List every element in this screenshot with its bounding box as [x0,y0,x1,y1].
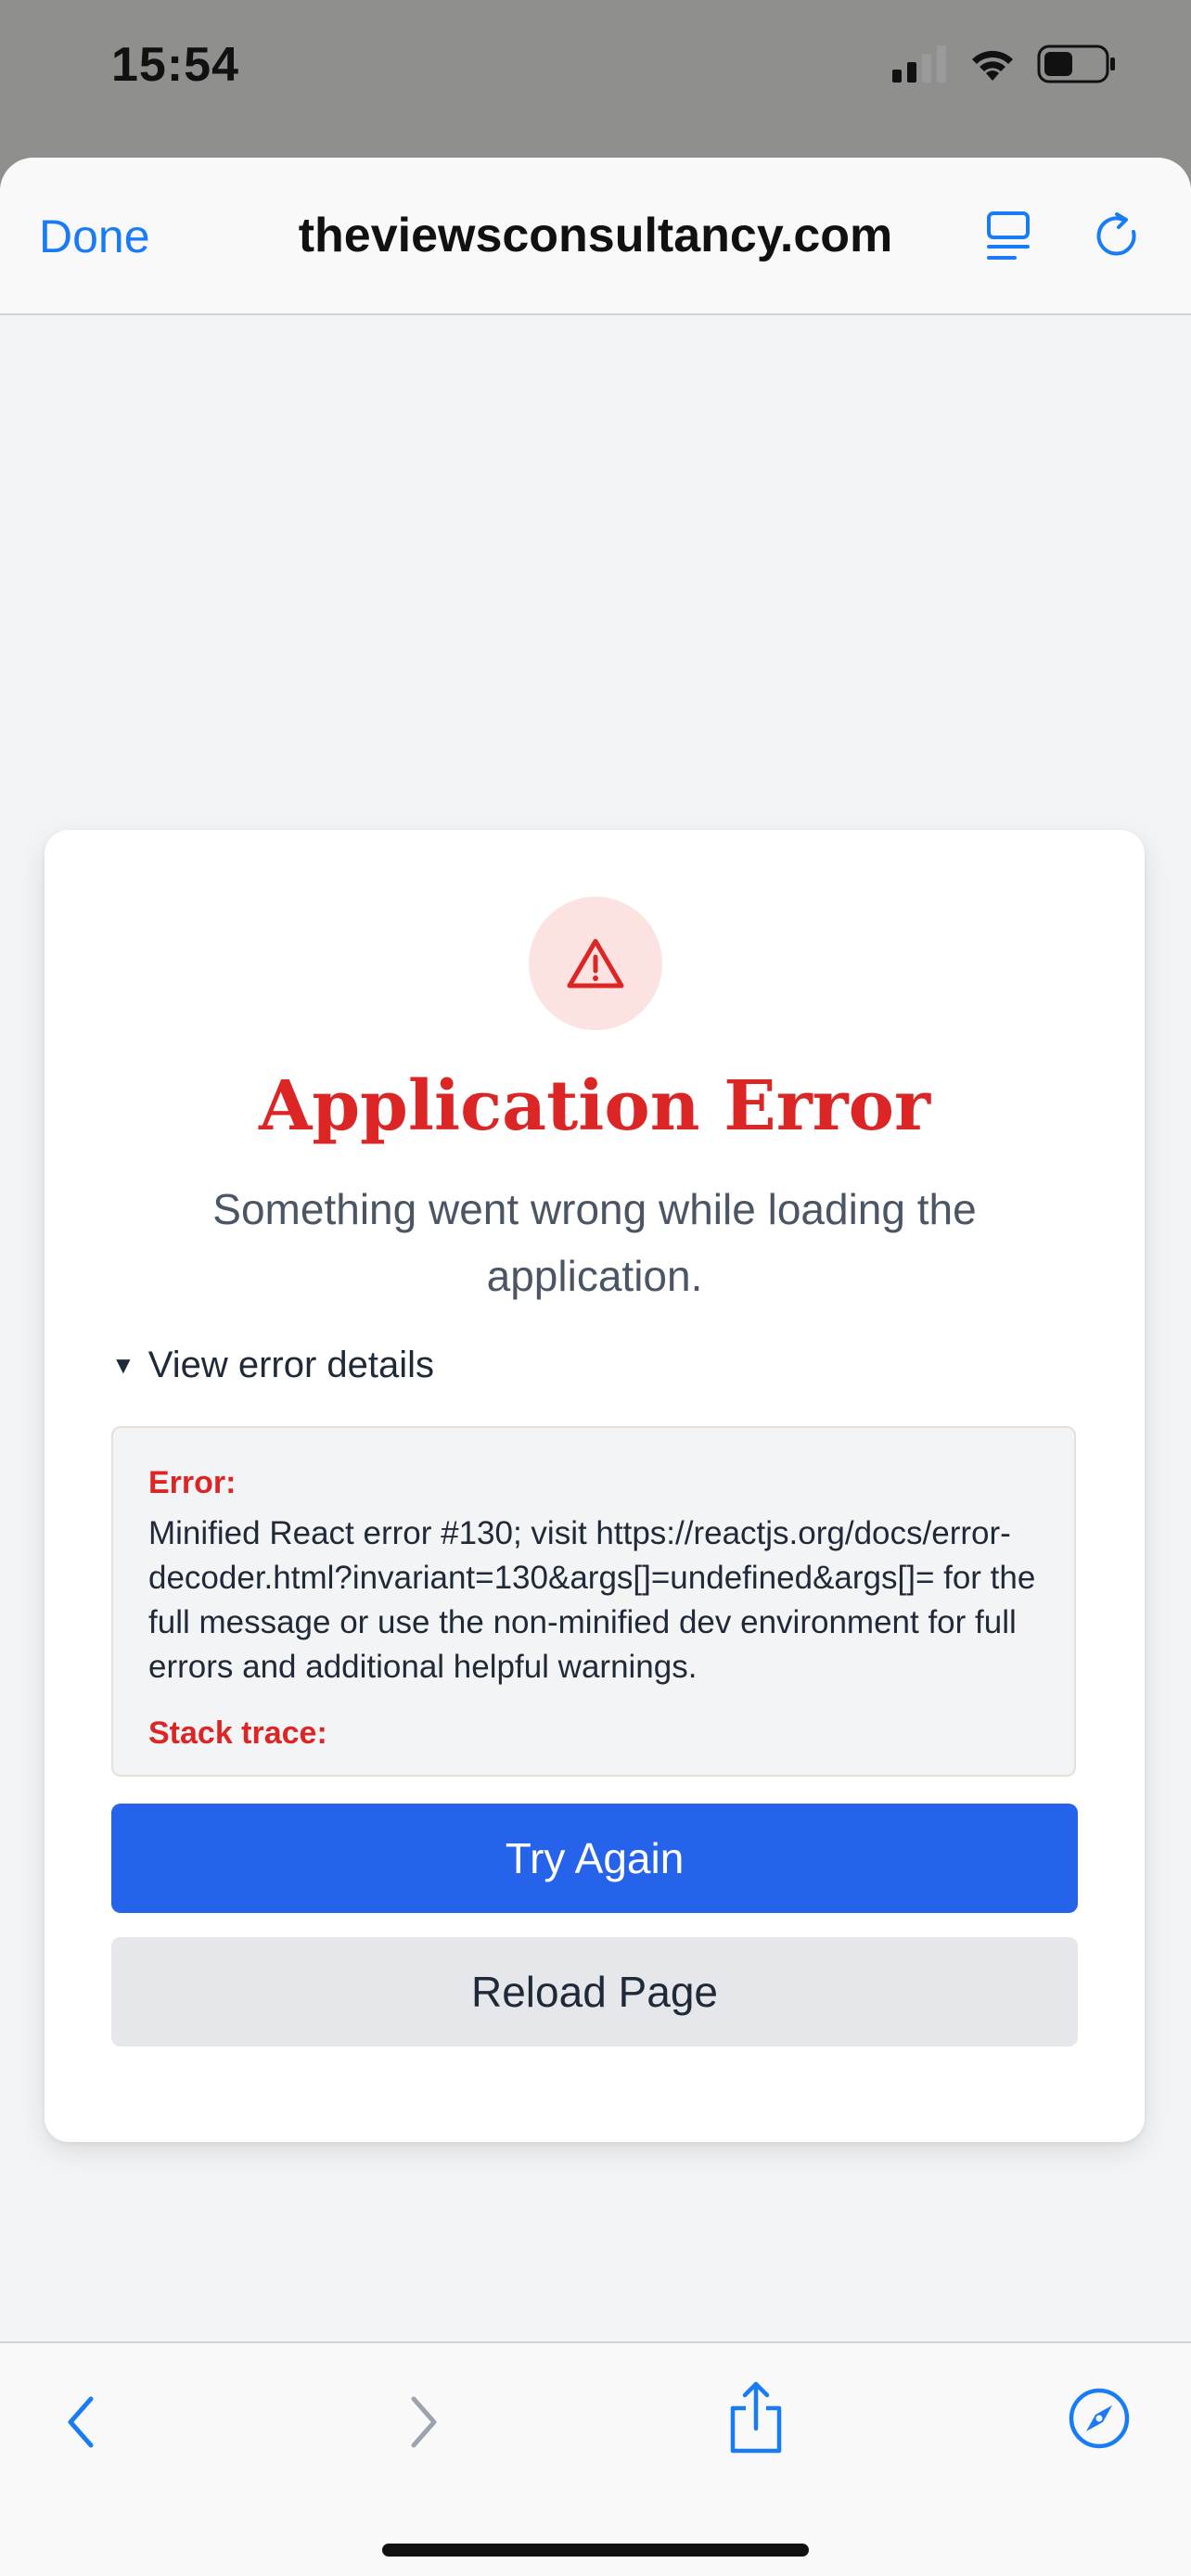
browser-sheet: Done theviewsconsultancy.com Application… [0,158,1191,2576]
wifi-icon [972,50,1013,81]
error-card: Application Error Something went wrong w… [45,830,1145,2142]
reader-mode-icon[interactable] [985,208,1031,263]
disclosure-triangle-icon: ▼ [111,1351,135,1379]
alert-badge [529,897,662,1030]
error-subtitle: Something went wrong while loading the a… [212,1185,977,1300]
error-details-box: Error: Minified React error #130; visit … [111,1426,1076,1777]
warning-triangle-icon [567,938,624,988]
status-icons [892,45,1117,83]
forward-chevron-icon[interactable] [401,2390,447,2455]
back-chevron-icon[interactable] [58,2390,104,2455]
browser-toolbar [0,2341,1191,2576]
compass-icon[interactable] [1067,2386,1132,2451]
error-title: Application Error [258,1066,931,1146]
error-message: Minified React error #130; visit https:/… [148,1515,1036,1685]
reload-icon[interactable] [1093,211,1143,261]
home-indicator [382,2544,809,2557]
details-toggle-label: View error details [147,1345,435,1385]
browser-navbar: Done theviewsconsultancy.com [0,158,1191,315]
reload-page-button[interactable]: Reload Page [111,1937,1078,2047]
share-icon[interactable] [725,2380,787,2455]
cellular-signal-icon [892,45,946,83]
battery-icon [1037,45,1115,83]
status-time: 15:54 [111,38,239,92]
try-again-button[interactable]: Try Again [111,1804,1078,1913]
web-content: Application Error Something went wrong w… [0,315,1191,2499]
view-error-details-toggle[interactable]: ▼ View error details [111,1345,434,1386]
stack-trace-label: Stack trace: [148,1715,327,1751]
status-bar: 15:54 [0,0,1191,158]
error-label: Error: [148,1465,237,1500]
